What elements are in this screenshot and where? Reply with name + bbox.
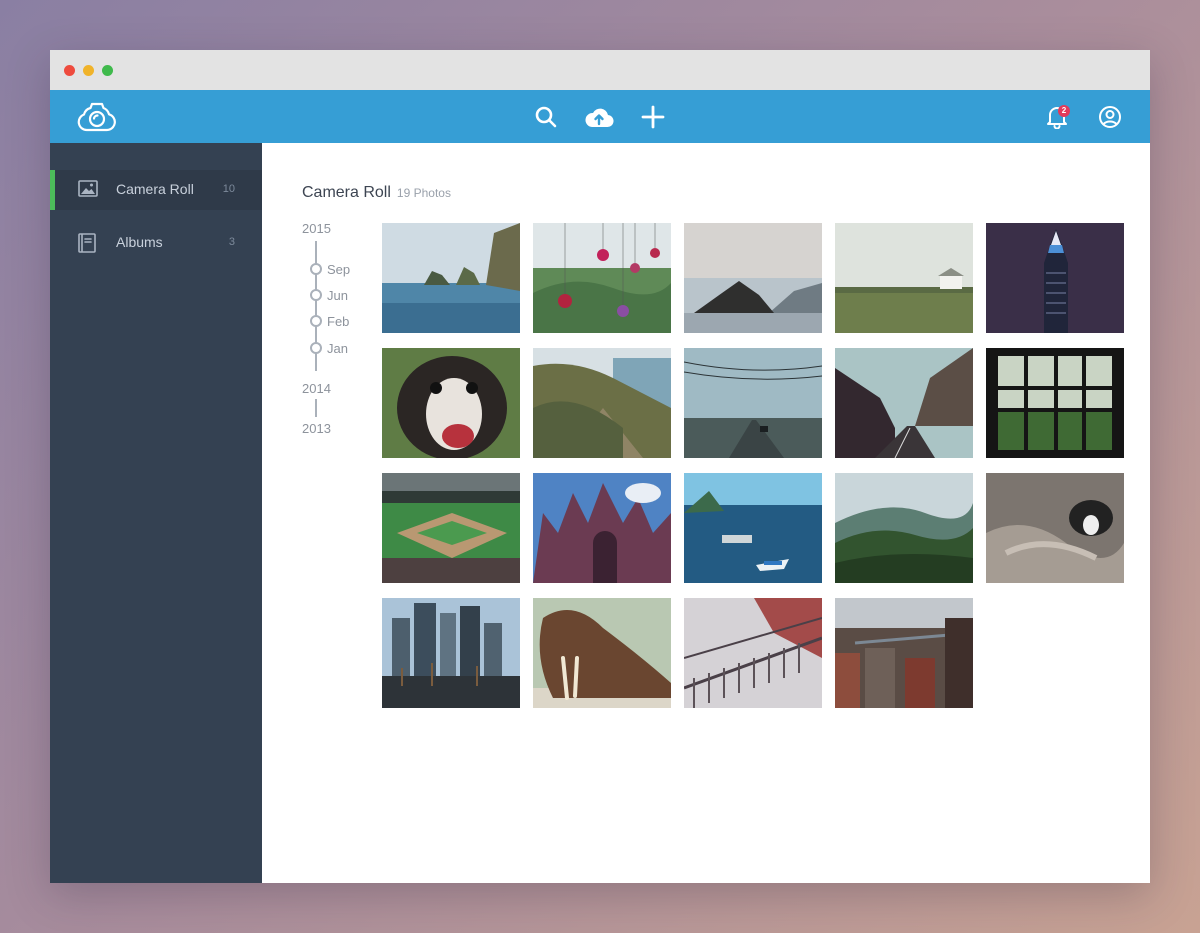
photo-coastal-cliffs[interactable] (533, 348, 671, 458)
plus-icon[interactable] (638, 102, 668, 132)
timeline-year-2014[interactable]: 2014 (302, 381, 331, 396)
window-titlebar (50, 50, 1150, 90)
notification-count-badge: 2 (1058, 105, 1070, 117)
app-header: 2 (50, 90, 1150, 143)
sidebar: Camera Roll 10 Albums 3 (50, 143, 262, 883)
photo-sea-cliffs[interactable] (382, 223, 520, 333)
photo-hanging-ornaments[interactable] (533, 223, 671, 333)
user-profile-icon[interactable] (1095, 102, 1125, 132)
timeline-dot (310, 289, 322, 301)
sidebar-item-count: 3 (228, 236, 235, 248)
photo-green-mountains[interactable] (835, 473, 973, 583)
photo-highway-powerlines[interactable] (684, 348, 822, 458)
date-timeline: 2015 Sep Jun Feb Jan 2014 2013 (302, 221, 372, 441)
timeline-month-jun[interactable]: Jun (327, 288, 348, 303)
search-icon[interactable] (531, 102, 561, 132)
photo-count: 19 Photos (396, 186, 451, 200)
photo-city-rooftops[interactable] (835, 598, 973, 708)
timeline-year-2015[interactable]: 2015 (302, 221, 331, 236)
photo-dog-closeup[interactable] (382, 348, 520, 458)
close-window-button[interactable] (64, 65, 75, 76)
timeline-dot (310, 315, 322, 327)
photo-gothic-cathedral[interactable] (533, 473, 671, 583)
minimize-window-button[interactable] (83, 65, 94, 76)
maximize-window-button[interactable] (102, 65, 113, 76)
photo-baseball-stadium[interactable] (382, 473, 520, 583)
photo-city-skyline-harbor[interactable] (382, 598, 520, 708)
timeline-month-sep[interactable]: Sep (327, 262, 350, 277)
main-content: Camera Roll 19 Photos 2015 Sep Jun Feb Ja… (262, 143, 1150, 883)
photo-iron-fence[interactable] (684, 598, 822, 708)
app-window: 2 Camera Roll 10 Albums 3 Camera Roll 19… (50, 50, 1150, 883)
notifications-button[interactable]: 2 (1042, 102, 1072, 132)
sidebar-item-label: Albums (116, 234, 163, 250)
timeline-month-jan[interactable]: Jan (327, 341, 348, 356)
sidebar-item-count: 10 (222, 183, 235, 195)
photo-walrus[interactable] (533, 598, 671, 708)
timeline-year-2013[interactable]: 2013 (302, 421, 331, 436)
photo-empire-state-night[interactable] (986, 223, 1124, 333)
photo-barn-field[interactable] (835, 223, 973, 333)
camera-cloud-icon[interactable] (76, 100, 118, 134)
album-icon (78, 233, 98, 253)
upload-cloud-icon[interactable] (583, 102, 615, 132)
sidebar-item-label: Camera Roll (116, 181, 194, 197)
timeline-dot (310, 342, 322, 354)
sidebar-item-camera-roll[interactable]: Camera Roll 10 (50, 170, 262, 210)
photo-window-greenery[interactable] (986, 348, 1124, 458)
photo-mountain-road[interactable] (835, 348, 973, 458)
timeline-line (315, 399, 317, 417)
photo-sleeping-dog[interactable] (986, 473, 1124, 583)
photo-mountain-lake[interactable] (684, 223, 822, 333)
photo-boats-bay[interactable] (684, 473, 822, 583)
page-title: Camera Roll (302, 184, 391, 201)
page-heading: Camera Roll 19 Photos (302, 182, 451, 202)
image-icon (78, 180, 98, 200)
timeline-month-feb[interactable]: Feb (327, 314, 349, 329)
timeline-dot (310, 263, 322, 275)
sidebar-item-albums[interactable]: Albums 3 (50, 223, 262, 263)
